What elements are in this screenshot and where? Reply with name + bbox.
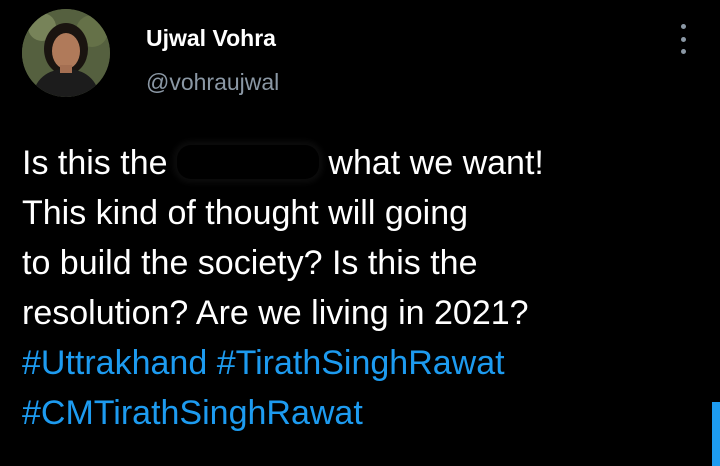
avatar[interactable] xyxy=(22,9,110,97)
more-dot xyxy=(680,49,686,54)
more-options-icon[interactable] xyxy=(672,24,694,54)
tweet-text-segment: Is this the xyxy=(22,144,177,182)
tweet-text-segment: what we want! xyxy=(318,144,544,182)
redacted-word xyxy=(176,145,319,179)
more-dot xyxy=(680,36,686,42)
tweet-line-4: resolution? Are we living in 2021? xyxy=(22,294,529,332)
avatar-image xyxy=(22,9,110,97)
hashtag-link[interactable]: #Uttrakhand xyxy=(22,344,207,382)
tweet-hashtag-line: #Uttrakhand #TirathSinghRawat xyxy=(22,338,682,388)
tweet-text: Is this the what we want! This kind of t… xyxy=(22,138,682,438)
hashtag-link[interactable]: #TirathSinghRawat xyxy=(217,344,505,382)
tweet-card: Ujwal Vohra @vohraujwal Is this the what… xyxy=(0,0,720,466)
user-handle[interactable]: @vohraujwal xyxy=(146,68,279,96)
more-dot xyxy=(680,24,686,29)
tweet-line-1: Is this the what we want! xyxy=(22,138,682,188)
edge-accent xyxy=(712,402,720,466)
tweet-line-2: This kind of thought will going xyxy=(22,194,469,232)
tweet-line-3: to build the society? Is this the xyxy=(22,244,478,282)
hashtag-link[interactable]: #CMTirathSinghRawat xyxy=(22,394,363,432)
display-name[interactable]: Ujwal Vohra xyxy=(146,24,279,52)
user-info: Ujwal Vohra @vohraujwal xyxy=(146,24,279,96)
tweet-hashtag-line: #CMTirathSinghRawat xyxy=(22,388,682,438)
